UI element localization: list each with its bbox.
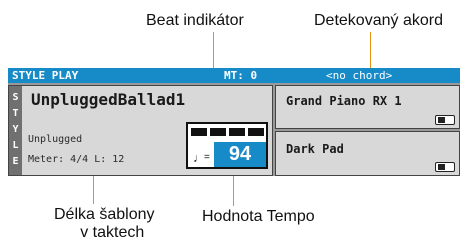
style-name: UnpluggedBallad1 — [31, 90, 186, 109]
meter-length: Meter: 4/4 L: 12 — [28, 154, 125, 165]
callout-beat-indicator: Beat indikátor — [146, 12, 244, 29]
tempo-value[interactable]: 94 — [214, 142, 266, 167]
chord-display: <no chord> — [326, 69, 393, 82]
master-transpose: MT: 0 — [224, 69, 258, 82]
style-letter: S — [12, 92, 19, 103]
style-letter: L — [12, 140, 19, 151]
style-play-panel: STYLE PLAY MT: 0 <no chord> S T Y L E Un… — [8, 68, 460, 176]
beat-indicator-segment — [248, 128, 264, 136]
style-play-topbar: STYLE PLAY MT: 0 <no chord> — [8, 68, 460, 83]
callout-tempo-value: Hodnota Tempo — [202, 208, 315, 225]
callout-pattern-length-line1: Délka šablony — [54, 206, 155, 223]
tempo-equals: = — [204, 152, 210, 163]
callout-detected-chord: Detekovaný akord — [314, 12, 443, 29]
sound-toggle-icon[interactable] — [435, 115, 455, 125]
beat-tempo-box: ♩ = 94 — [186, 122, 268, 169]
callout-pattern-length-line2: v taktech — [80, 224, 145, 241]
beat-indicator-segment — [191, 128, 207, 136]
style-category: Unplugged — [28, 134, 83, 145]
page-title: STYLE PLAY — [12, 69, 79, 82]
style-letter: Y — [12, 124, 19, 135]
style-letter: E — [12, 156, 19, 167]
style-letter: T — [12, 108, 19, 119]
sound-toggle-icon[interactable] — [435, 162, 455, 172]
style-area[interactable]: S T Y L E UnpluggedBallad1 Unplugged Met… — [8, 85, 273, 176]
beat-indicator-segment — [210, 128, 226, 136]
leader-line-chord — [370, 32, 371, 72]
beat-indicator-segment — [229, 128, 245, 136]
keyboard-sound-upper[interactable]: Grand Piano RX 1 — [275, 85, 460, 129]
keyboard-sound-name: Dark Pad — [286, 142, 344, 156]
callout-pattern-length: Délka šablony v taktech — [54, 206, 155, 242]
style-vertical-label: S T Y L E — [9, 86, 22, 175]
keyboard-sound-lower[interactable]: Dark Pad — [275, 131, 460, 176]
keyboard-sound-name: Grand Piano RX 1 — [286, 94, 402, 108]
